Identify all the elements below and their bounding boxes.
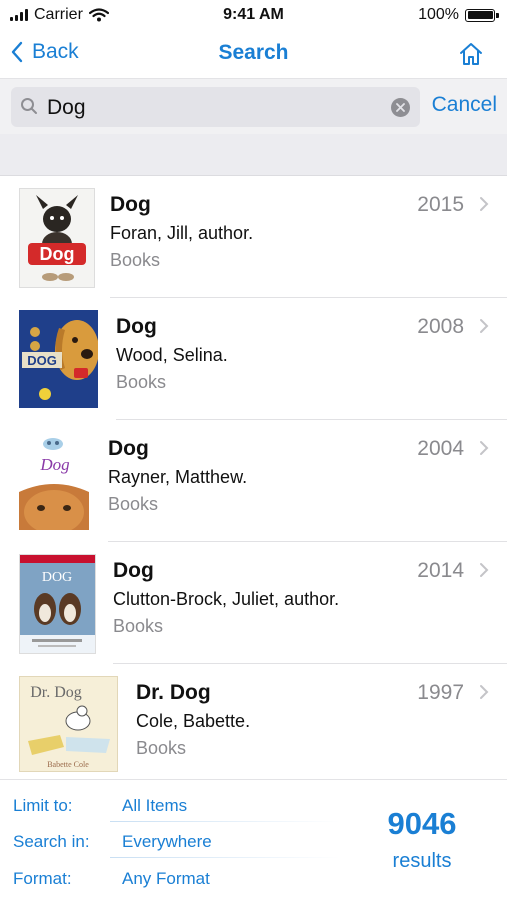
chevron-right-icon — [480, 319, 489, 333]
result-title: Dog — [113, 559, 154, 582]
limit-label: Limit to: — [13, 796, 73, 815]
result-title: Dr. Dog — [136, 681, 211, 704]
svg-text:Babette Cole: Babette Cole — [47, 760, 89, 769]
search-bar: Cancel — [0, 78, 507, 135]
nav-bar: Back Search — [0, 30, 507, 78]
result-title: Dog — [110, 193, 151, 216]
result-format: Books — [108, 494, 159, 514]
clear-icon — [396, 103, 405, 112]
chevron-right-icon — [480, 685, 489, 699]
filter-divider — [110, 821, 340, 822]
result-title: Dog — [108, 437, 149, 460]
results-list: Dog Dog Foran, Jill, author. Books 2015 … — [0, 176, 507, 786]
list-item[interactable]: DOG Dog Clutton-Brock, Juliet, author. B… — [0, 542, 507, 664]
result-author: Rayner, Matthew. — [108, 467, 248, 487]
svg-text:Dr. Dog: Dr. Dog — [30, 684, 82, 701]
chevron-right-icon — [480, 563, 489, 577]
svg-text:Dog: Dog — [39, 455, 69, 474]
search-input[interactable] — [45, 92, 389, 124]
result-author: Wood, Selina. — [116, 345, 228, 365]
result-format: Books — [116, 372, 167, 392]
search-field — [11, 87, 420, 127]
filter-divider — [110, 857, 340, 858]
cancel-button[interactable]: Cancel — [432, 93, 497, 117]
search-icon — [21, 98, 37, 114]
result-author: Foran, Jill, author. — [110, 223, 254, 243]
result-year: 1997 — [417, 681, 464, 704]
result-author: Cole, Babette. — [136, 711, 251, 731]
back-chevron-icon — [11, 41, 23, 63]
result-format: Books — [136, 738, 187, 758]
result-format: Books — [110, 250, 161, 270]
book-cover-image: Dr. Dog Babette Cole — [19, 676, 118, 772]
result-year: 2008 — [417, 315, 464, 338]
book-cover-image: DOG — [19, 554, 96, 654]
list-item[interactable]: Dog Dog Foran, Jill, author. Books 2015 — [0, 176, 507, 298]
search-in-label: Search in: — [13, 832, 90, 851]
result-count-label: results — [392, 850, 452, 872]
result-year: 2004 — [417, 437, 464, 460]
book-cover-image: DOG — [19, 310, 98, 408]
svg-text:DOG: DOG — [27, 353, 57, 368]
battery-icon — [465, 8, 499, 22]
result-author: Clutton-Brock, Juliet, author. — [113, 589, 340, 609]
result-title: Dog — [116, 315, 157, 338]
back-label: Back — [32, 40, 79, 63]
result-format: Books — [113, 616, 164, 636]
svg-text:DOG: DOG — [42, 570, 72, 585]
format-value[interactable]: Any Format — [122, 869, 210, 889]
clear-search-button[interactable] — [391, 98, 410, 117]
list-item[interactable]: DOG Dog Wood, Selina. Books 2008 — [0, 298, 507, 420]
chevron-right-icon — [480, 197, 489, 211]
search-in-value[interactable]: Everywhere — [122, 832, 212, 852]
book-cover-image: Dog — [19, 432, 89, 530]
filter-footer: Limit to: All Items Search in: Everywher… — [0, 779, 507, 901]
result-year: 2015 — [417, 193, 464, 216]
back-button[interactable]: Back — [10, 40, 79, 64]
svg-text:Dog: Dog — [40, 244, 75, 264]
limit-value[interactable]: All Items — [122, 796, 187, 816]
status-right: 100% — [418, 6, 499, 24]
result-count: 9046 — [387, 806, 457, 841]
book-cover-image: Dog — [19, 188, 95, 288]
chevron-right-icon — [480, 441, 489, 455]
home-icon[interactable] — [457, 40, 485, 68]
list-item[interactable]: Dog Dog Rayner, Matthew. Books 2004 — [0, 420, 507, 542]
section-spacer — [0, 134, 507, 176]
format-label: Format: — [13, 869, 72, 888]
battery-percent: 100% — [418, 6, 459, 23]
result-year: 2014 — [417, 559, 464, 582]
list-item[interactable]: Dr. Dog Babette Cole Dr. Dog Cole, Babet… — [0, 664, 507, 786]
status-bar: Carrier 9:41 AM 100% — [0, 0, 507, 30]
